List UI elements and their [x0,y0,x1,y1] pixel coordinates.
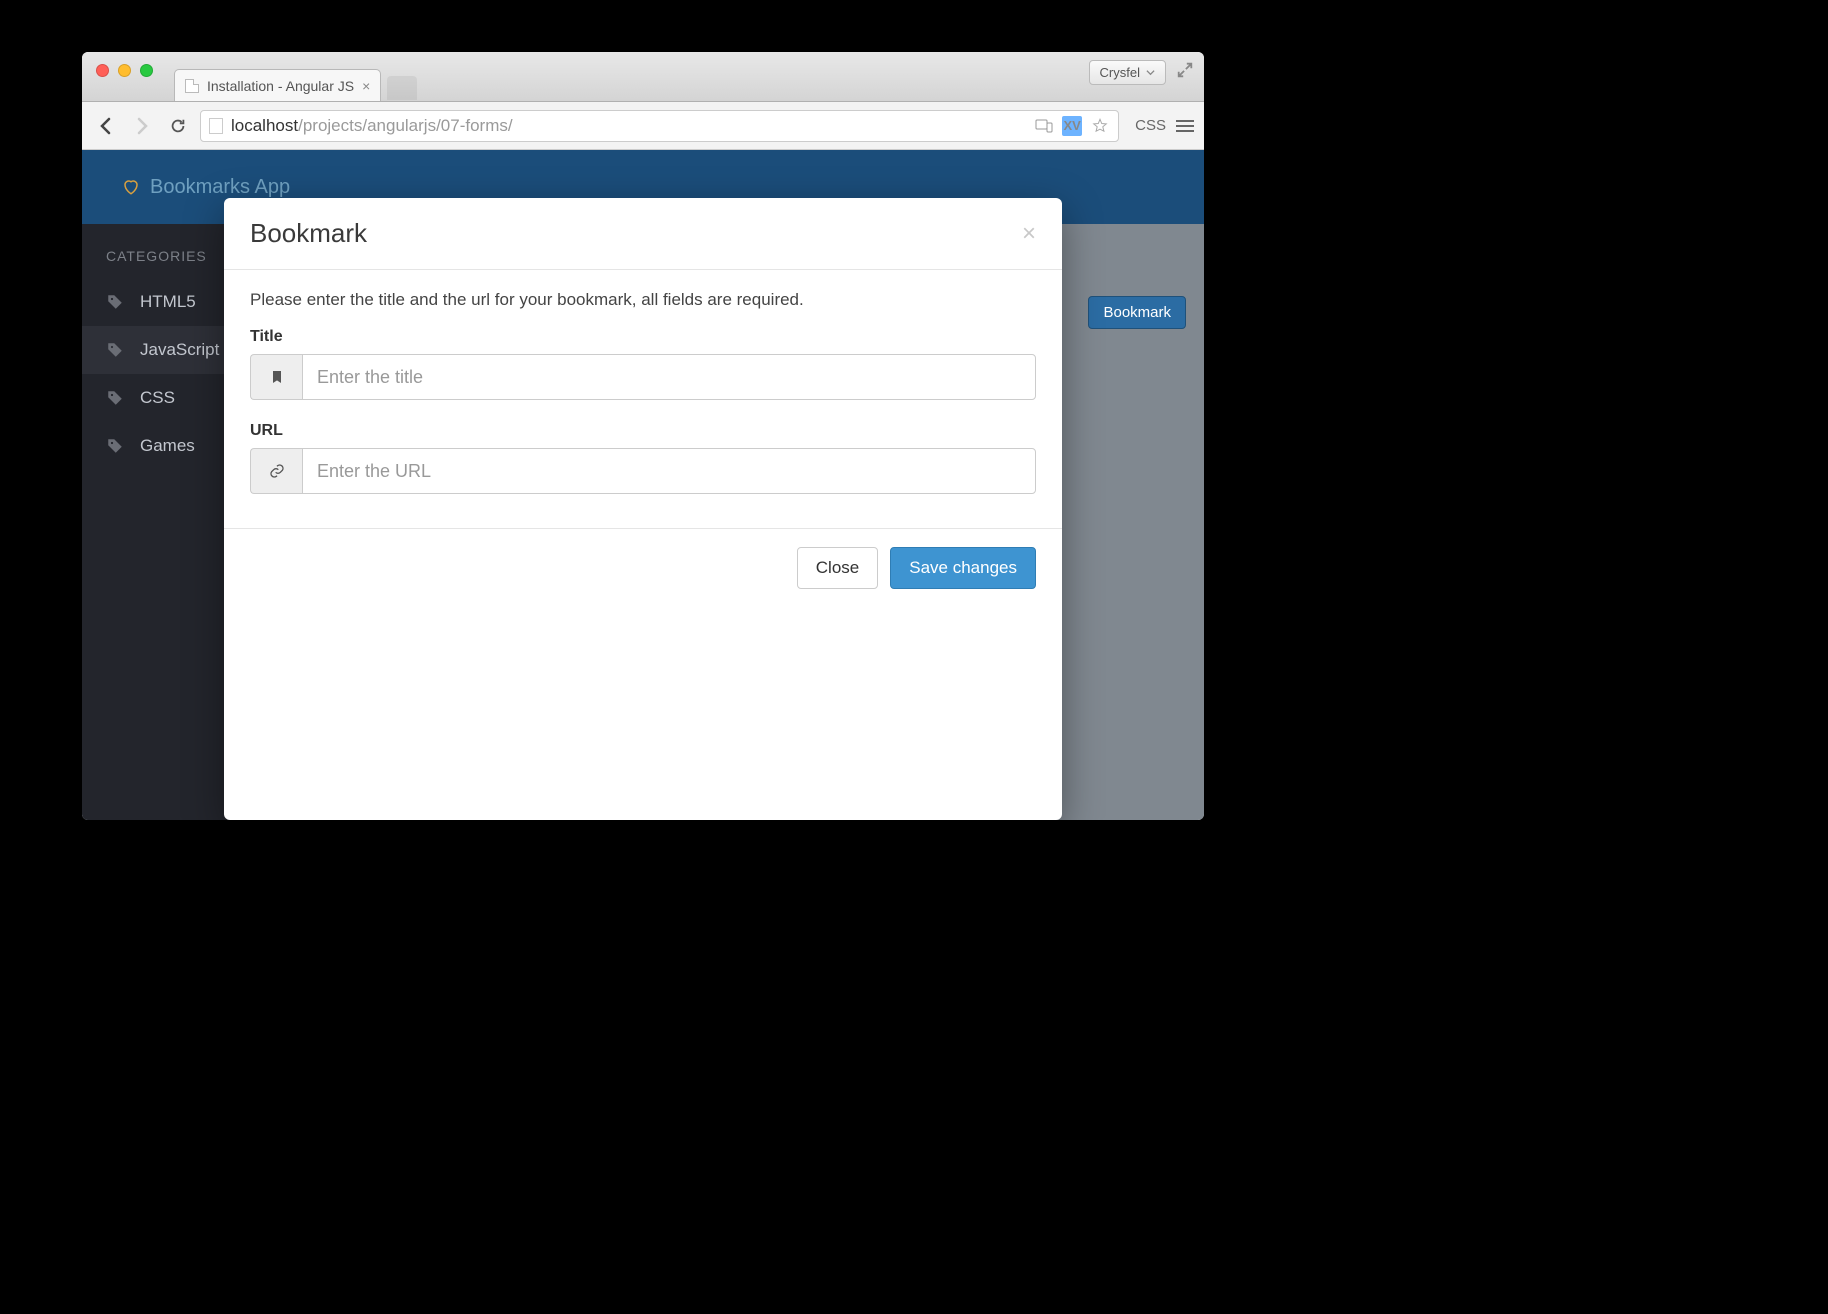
browser-toolbar: localhost/projects/angularjs/07-forms/ X… [82,102,1204,150]
heart-icon [122,178,140,196]
zoom-window-button[interactable] [140,64,153,77]
new-tab-button[interactable] [387,76,417,100]
tag-icon [106,293,124,311]
add-bookmark-button[interactable]: Bookmark [1088,296,1186,329]
url-label: URL [250,422,1036,440]
close-icon[interactable]: × [1022,220,1036,248]
file-icon [209,118,223,134]
fullscreen-icon[interactable] [1176,61,1194,84]
title-input-group [250,354,1036,400]
css-extension-label[interactable]: CSS [1135,117,1166,134]
devices-icon[interactable] [1034,116,1054,136]
back-button[interactable] [92,112,120,140]
save-button[interactable]: Save changes [890,547,1036,589]
profile-label: Crysfel [1100,65,1140,80]
modal-title: Bookmark [250,218,367,249]
xv-badge-icon[interactable]: XV [1062,116,1082,136]
titlebar: Installation - Angular JS × Crysfel [82,52,1204,102]
traffic-lights [96,64,153,77]
browser-tab[interactable]: Installation - Angular JS × [174,69,381,101]
menu-icon[interactable] [1176,120,1194,132]
chevron-down-icon [1146,68,1155,77]
tab-title: Installation - Angular JS [207,78,354,94]
modal-description: Please enter the title and the url for y… [250,290,1036,310]
sidebar-item-label: CSS [140,388,175,408]
url-host: localhost [231,116,298,135]
close-window-button[interactable] [96,64,109,77]
tab-close-icon[interactable]: × [362,78,370,94]
sidebar-item-label: Games [140,436,195,456]
close-button[interactable]: Close [797,547,878,589]
tag-icon [106,437,124,455]
bookmark-star-icon[interactable] [1090,116,1110,136]
bookmark-icon [250,354,302,400]
modal-overlay: Bookmark × Please enter the title and th… [82,150,1204,820]
url-input[interactable] [302,448,1036,494]
title-input[interactable] [302,354,1036,400]
reload-button[interactable] [164,112,192,140]
sidebar-item-label: HTML5 [140,292,196,312]
tag-icon [106,341,124,359]
page-icon [185,79,199,93]
modal-body: Please enter the title and the url for y… [224,270,1062,528]
link-icon [250,448,302,494]
sidebar-item-label: JavaScript [140,340,219,360]
profile-button[interactable]: Crysfel [1089,60,1166,85]
app-brand: Bookmarks App [150,176,290,199]
title-label: Title [250,328,1036,346]
forward-button[interactable] [128,112,156,140]
browser-window: Installation - Angular JS × Crysfel [82,52,1204,820]
page-content: Bookmarks App CATEGORIES HTML5 JavaScrip… [82,150,1204,820]
bookmark-modal: Bookmark × Please enter the title and th… [224,198,1062,820]
tag-icon [106,389,124,407]
url-bar[interactable]: localhost/projects/angularjs/07-forms/ X… [200,110,1119,142]
modal-header: Bookmark × [224,198,1062,270]
minimize-window-button[interactable] [118,64,131,77]
modal-footer: Close Save changes [224,528,1062,607]
url-input-group [250,448,1036,494]
url-path: /projects/angularjs/07-forms/ [298,116,512,135]
